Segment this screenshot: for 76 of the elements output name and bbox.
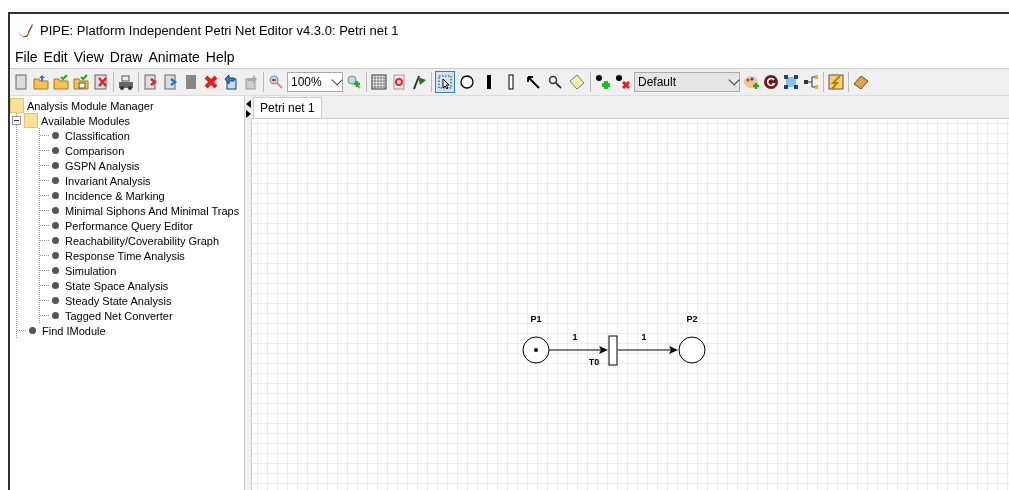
tree-item[interactable]: Incidence & Marking — [65, 189, 165, 202]
tree-item[interactable]: GSPN Analysis — [65, 159, 140, 172]
tree-item[interactable]: Minimal Siphons And Minimal Traps — [65, 204, 240, 217]
bullet-icon — [52, 297, 59, 304]
tree-item[interactable]: Response Time Analysis — [65, 249, 185, 262]
folder-icon — [24, 113, 38, 128]
window-title: PIPE: Platform Independent Petri Net Editor v4.3.0: Petri net 1 — [40, 22, 399, 38]
place-icon — [459, 74, 475, 90]
bullet-icon — [52, 222, 59, 229]
tree-item[interactable]: Performance Query Editor — [65, 219, 193, 232]
place[interactable] — [522, 336, 550, 364]
node-graph-icon[interactable] — [783, 74, 799, 90]
place-label: P2 — [686, 314, 698, 324]
document-icon[interactable] — [183, 74, 199, 90]
tree-item[interactable]: Classification — [65, 129, 130, 142]
menu-item[interactable]: Draw — [106, 49, 146, 65]
menu-item[interactable]: Animate — [145, 49, 203, 65]
bullet-icon — [29, 327, 36, 334]
place-label: P1 — [530, 314, 542, 324]
tree-item[interactable]: Analysis Module Manager — [27, 99, 154, 112]
bullet-icon — [52, 147, 59, 154]
folder-icon[interactable] — [53, 74, 69, 90]
arc-weight: 1 — [572, 332, 578, 342]
bullet-icon — [52, 162, 59, 169]
folder-icon[interactable] — [73, 74, 89, 90]
tree-item[interactable]: State Space Analysis — [65, 279, 169, 292]
arc-arrow[interactable] — [548, 346, 608, 354]
transition-label: T0 — [588, 357, 600, 367]
bullet-icon — [52, 192, 59, 199]
note-icon — [569, 74, 585, 90]
tree-item[interactable]: Available Modules — [41, 114, 131, 127]
arc-weight: 1 — [641, 332, 647, 342]
bullet-icon — [52, 177, 59, 184]
bullet-icon — [52, 252, 59, 259]
undo-icon[interactable] — [223, 74, 239, 90]
menu-item[interactable]: Help — [202, 49, 238, 65]
bullet-icon — [52, 312, 59, 319]
tree-item[interactable]: Invariant Analysis — [65, 174, 151, 187]
tree-item[interactable]: Simulation — [65, 264, 117, 277]
flag-icon[interactable] — [411, 74, 427, 90]
delete-icon[interactable] — [203, 74, 219, 90]
add-token-icon[interactable] — [595, 74, 611, 90]
menu-item[interactable]: View — [70, 49, 107, 65]
grid-icon[interactable] — [371, 74, 387, 90]
tab[interactable]: Petri net 1 — [253, 97, 322, 118]
zoom-dropdown[interactable]: 100% — [287, 72, 343, 92]
tree-diagram-icon[interactable] — [803, 74, 819, 90]
bullet-icon — [52, 267, 59, 274]
tree-item[interactable]: Comparison — [65, 144, 125, 157]
pipe-icon — [18, 22, 34, 38]
bullet-icon — [52, 237, 59, 244]
menu-item[interactable]: File — [12, 49, 41, 65]
bullet-icon — [52, 207, 59, 214]
tree-item[interactable]: Reachability/Coverability Graph — [65, 234, 220, 247]
bullet-icon — [52, 282, 59, 289]
close-file-icon[interactable] — [93, 74, 109, 90]
folder-icon[interactable] — [33, 74, 49, 90]
tree-item[interactable]: Steady State Analysis — [65, 294, 172, 307]
menu-item[interactable]: Edit — [40, 49, 71, 65]
folder-icon — [10, 98, 24, 113]
place[interactable] — [678, 336, 706, 364]
zoom-in-icon[interactable] — [346, 74, 362, 90]
tree-item[interactable]: Tagged Net Converter — [65, 309, 173, 322]
pointer-tool-button[interactable] — [435, 71, 455, 93]
arc-arrow[interactable] — [617, 346, 678, 354]
transition[interactable] — [608, 335, 618, 366]
arc-icon — [525, 74, 541, 90]
printer-icon[interactable] — [118, 74, 134, 90]
palette-icon[interactable] — [743, 74, 759, 90]
bullet-icon — [52, 132, 59, 139]
collapse-toggle[interactable] — [12, 116, 21, 125]
pointer-icon — [437, 74, 453, 90]
zoom-out-icon[interactable] — [268, 74, 284, 90]
tree-item[interactable]: Find IModule — [42, 324, 106, 337]
delete-token-icon[interactable] — [615, 74, 631, 90]
token-class-dropdown[interactable]: Default — [634, 72, 740, 92]
